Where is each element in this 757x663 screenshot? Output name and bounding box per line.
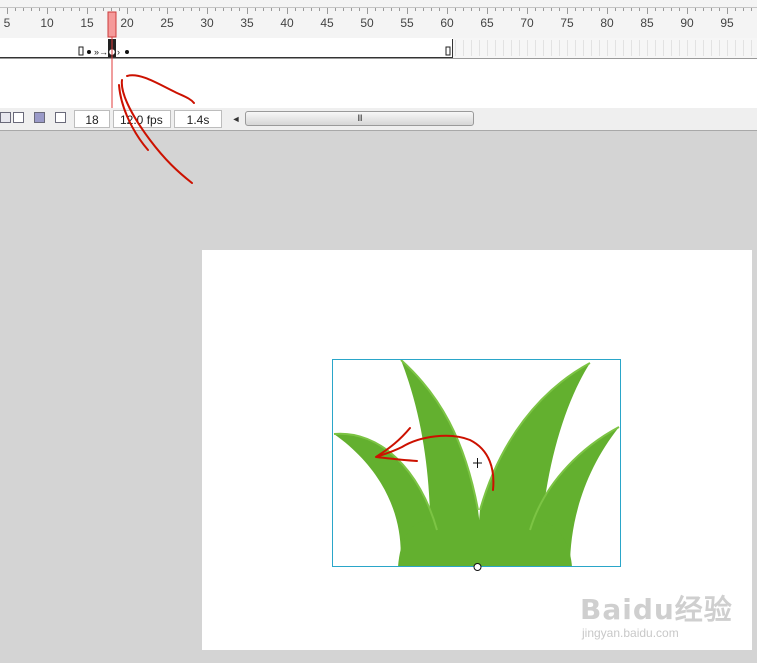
registration-point-icon[interactable] (473, 458, 482, 468)
flash-editor-window: 5 10 15 20 25 30 35 40 45 50 55 60 65 70 75 80 85 90 95 »→… (0, 0, 757, 663)
watermark-url: jingyan.baidu.com (582, 626, 679, 640)
watermark-logo: Baidu经验 (580, 593, 733, 626)
transform-point-icon[interactable] (473, 563, 482, 571)
grass-symbol[interactable] (0, 0, 757, 663)
baidu-jingyan-watermark: Baidu经验 jingyan.baidu.com (580, 580, 733, 650)
